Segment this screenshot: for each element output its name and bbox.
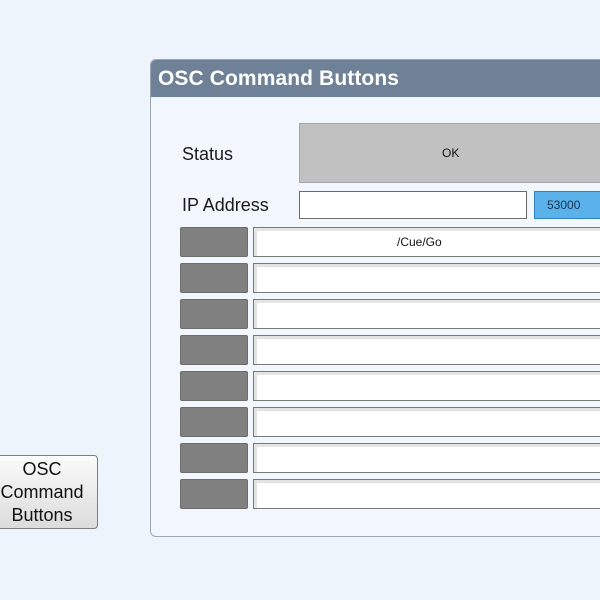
command-button-3[interactable] bbox=[180, 299, 248, 329]
osc-command-buttons-launcher-button[interactable]: OSC Command Buttons bbox=[0, 455, 98, 529]
status-display: OK bbox=[299, 123, 600, 183]
command-button-4[interactable] bbox=[180, 335, 248, 365]
command-field-6[interactable] bbox=[253, 407, 600, 437]
ip-address-label: IP Address bbox=[182, 195, 269, 215]
command-row bbox=[180, 443, 600, 473]
command-row bbox=[180, 299, 600, 329]
command-row bbox=[180, 335, 600, 365]
command-button-6[interactable] bbox=[180, 407, 248, 437]
status-label: Status bbox=[182, 144, 234, 164]
command-row: /Cue/Go bbox=[180, 227, 600, 257]
command-button-5[interactable] bbox=[180, 371, 248, 401]
command-field-4[interactable] bbox=[253, 335, 600, 365]
command-button-2[interactable] bbox=[180, 263, 248, 293]
osc-command-panel: OSC Command Buttons Status OK IP Address… bbox=[150, 59, 600, 537]
command-button-1[interactable] bbox=[180, 227, 248, 257]
command-row bbox=[180, 263, 600, 293]
command-row bbox=[180, 479, 600, 509]
app-canvas: OSC Command Buttons OSC Command Buttons … bbox=[0, 0, 600, 600]
command-field-7[interactable] bbox=[253, 443, 600, 473]
command-field-2[interactable] bbox=[253, 263, 600, 293]
command-field-3[interactable] bbox=[253, 299, 600, 329]
command-field-5[interactable] bbox=[253, 371, 600, 401]
command-row bbox=[180, 407, 600, 437]
command-field-1[interactable]: /Cue/Go bbox=[253, 227, 600, 257]
command-button-7[interactable] bbox=[180, 443, 248, 473]
command-button-8[interactable] bbox=[180, 479, 248, 509]
ip-address-input[interactable] bbox=[299, 191, 527, 219]
port-field[interactable]: 53000 bbox=[534, 191, 600, 219]
panel-title: OSC Command Buttons bbox=[151, 60, 600, 97]
command-row bbox=[180, 371, 600, 401]
command-field-8[interactable] bbox=[253, 479, 600, 509]
